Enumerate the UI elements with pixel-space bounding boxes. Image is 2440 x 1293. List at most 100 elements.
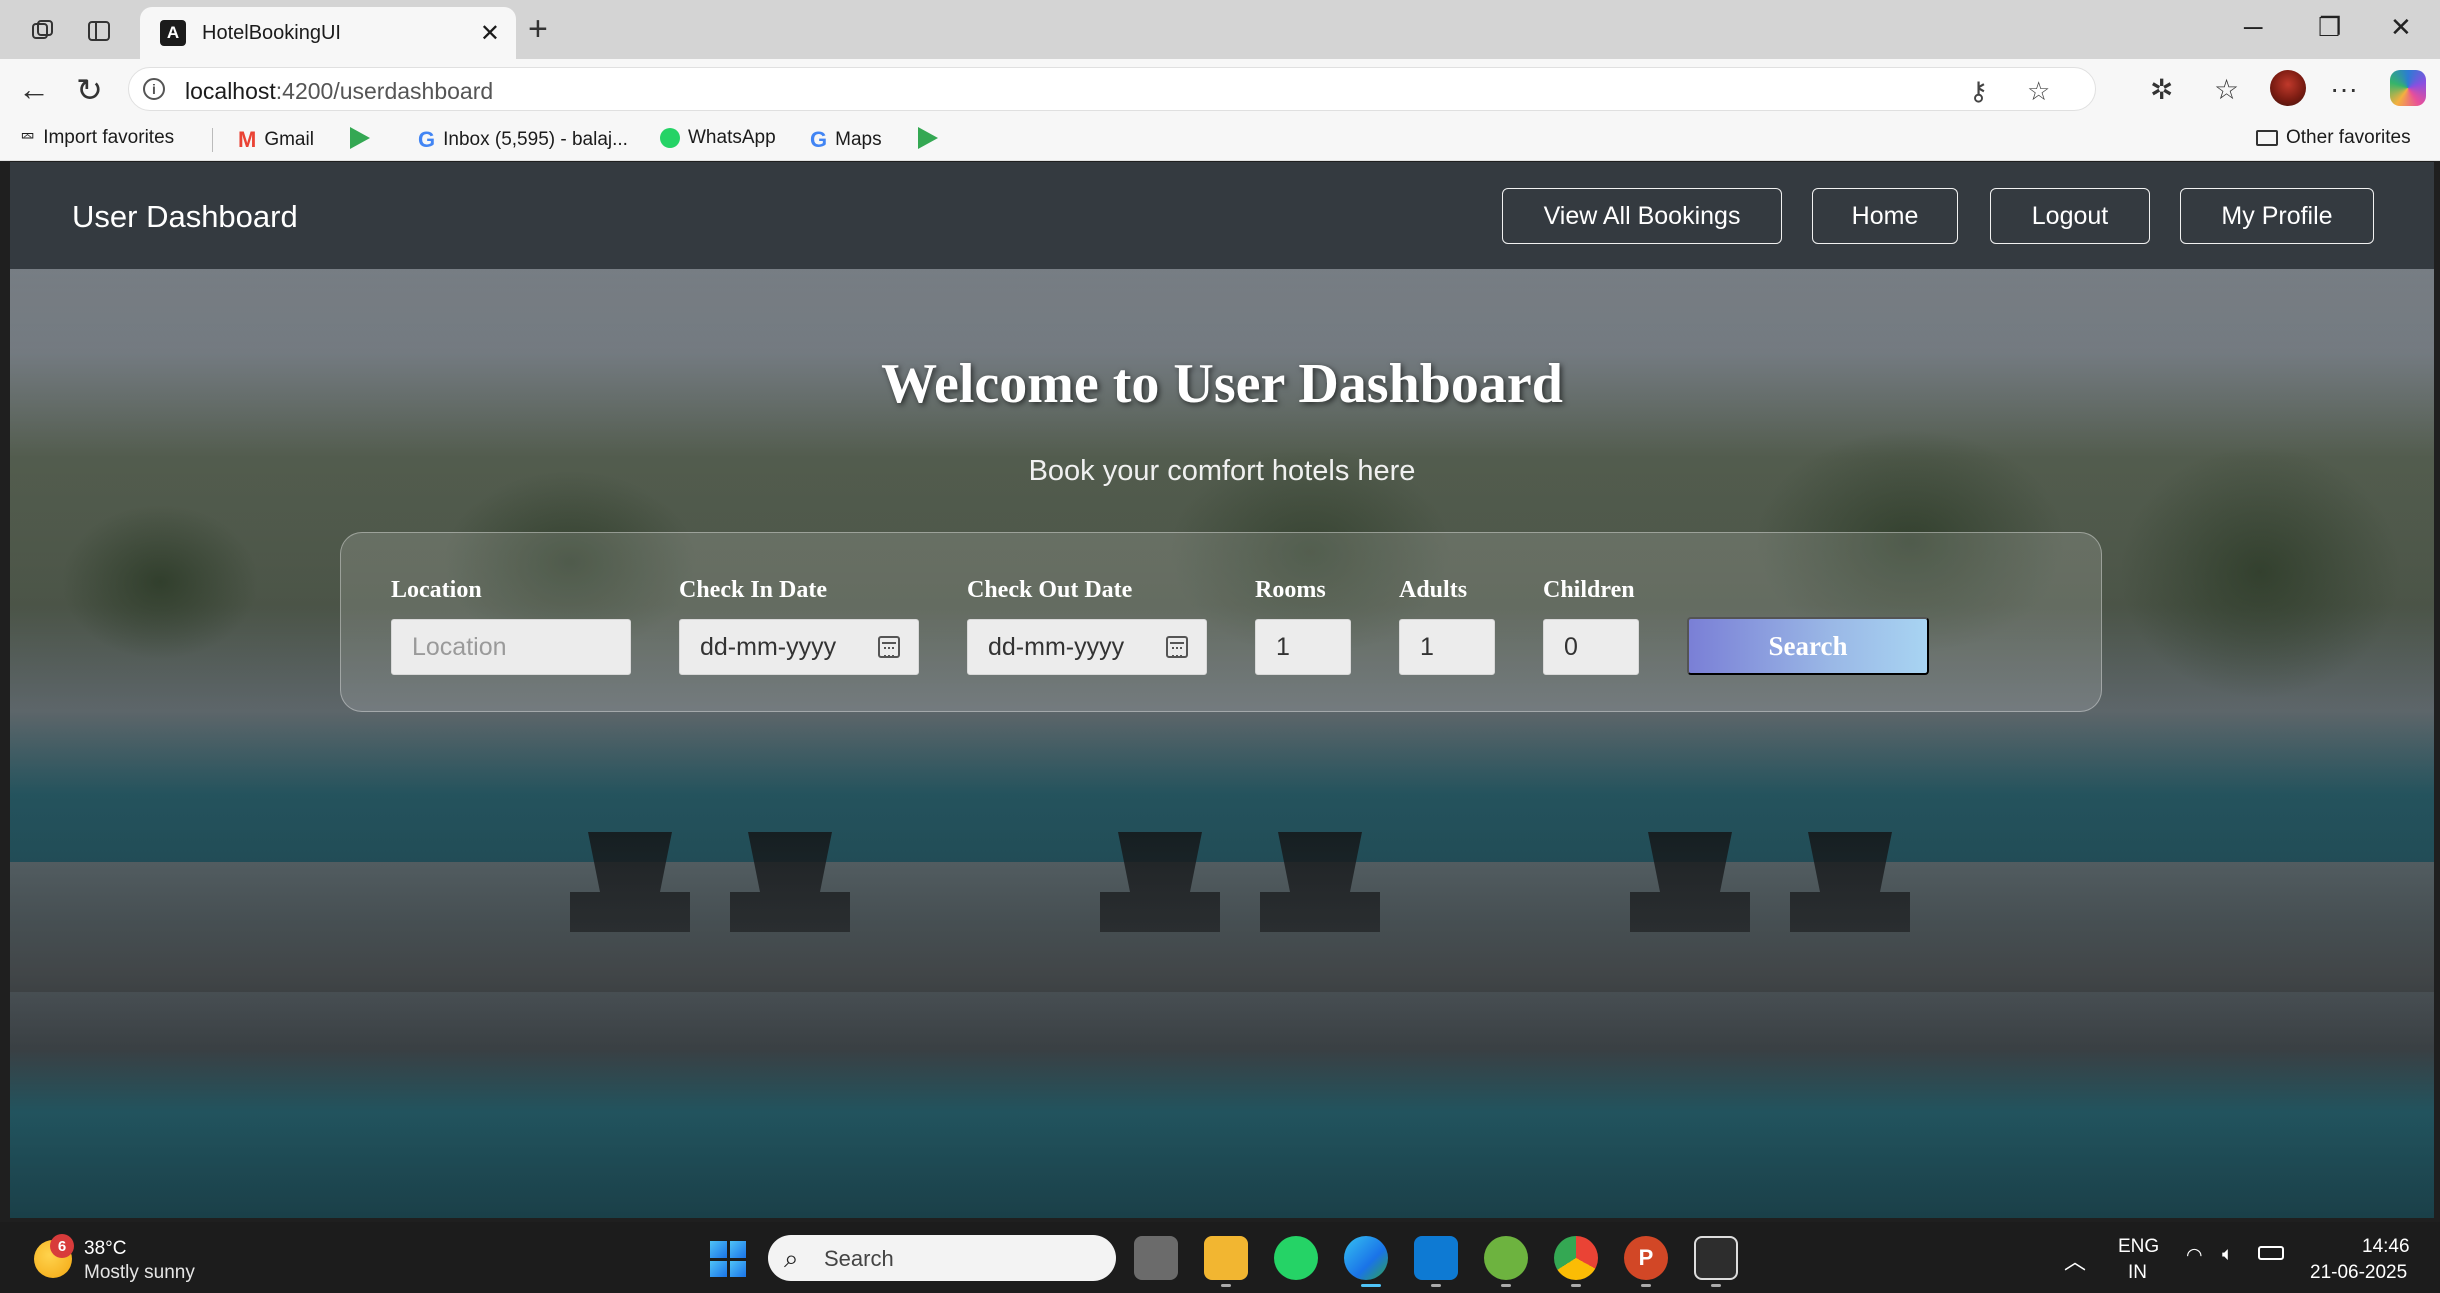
copilot-icon[interactable]: [2390, 70, 2426, 106]
close-tab-icon[interactable]: ✕: [480, 19, 500, 48]
page-title: Welcome to User Dashboard: [881, 353, 1563, 415]
running-indicator: [1361, 1284, 1381, 1287]
restore-icon[interactable]: ❐: [2318, 12, 2341, 43]
clock-date[interactable]: 21-06-2025: [2310, 1262, 2407, 1284]
running-indicator: [1641, 1284, 1651, 1287]
weather-notification-badge: 6: [50, 1234, 74, 1258]
back-icon[interactable]: ←: [18, 71, 50, 108]
language-bottom[interactable]: IN: [2128, 1262, 2147, 1284]
battery-icon[interactable]: [2258, 1246, 2284, 1260]
children-input[interactable]: 0: [1543, 619, 1639, 675]
new-tab-icon[interactable]: +: [528, 10, 548, 49]
url-field[interactable]: i localhost:4200/userdashboard ⚷ ☆: [128, 67, 2096, 111]
my-profile-button[interactable]: My Profile: [2180, 188, 2374, 244]
location-label: Location: [391, 577, 482, 603]
profile-avatar[interactable]: [2270, 70, 2306, 106]
favorite-maps[interactable]: G Maps: [810, 127, 882, 153]
favorite-inbox[interactable]: G Inbox (5,595) - balaj...: [418, 127, 628, 153]
workspaces-icon[interactable]: [28, 16, 58, 46]
favorites-divider: [212, 128, 213, 152]
view-all-bookings-button[interactable]: View All Bookings: [1502, 188, 1782, 244]
tab-title: HotelBookingUI: [202, 22, 341, 44]
powerpoint-icon[interactable]: P: [1624, 1236, 1668, 1280]
location-input[interactable]: Location: [391, 619, 631, 675]
favorite-play-store[interactable]: [350, 127, 370, 149]
favorite-label: Import favorites: [43, 127, 175, 148]
more-menu-icon[interactable]: ···: [2330, 73, 2358, 105]
site-info-icon[interactable]: i: [143, 78, 165, 100]
minimize-icon[interactable]: ─: [2244, 12, 2262, 43]
task-view-icon[interactable]: [1134, 1236, 1178, 1280]
rooms-label: Rooms: [1255, 577, 1326, 603]
favorite-label: Gmail: [264, 129, 314, 150]
clock-time[interactable]: 14:46: [2362, 1236, 2410, 1258]
windows-start-icon[interactable]: [710, 1241, 746, 1277]
edge-browser-icon[interactable]: [1344, 1236, 1388, 1280]
gmail-icon: M: [238, 127, 257, 152]
adults-label: Adults: [1399, 577, 1468, 603]
url-path: :4200/userdashboard: [275, 78, 494, 104]
favorite-play-store[interactable]: [918, 127, 938, 149]
search-icon: ⌕: [784, 1243, 799, 1273]
windows-taskbar: 6 38°C Mostly sunny ⌕ Search P ︿ ENG IN …: [0, 1222, 2440, 1293]
other-favorites[interactable]: Other favorites: [2256, 127, 2411, 149]
volume-icon[interactable]: 🔈︎: [2222, 1244, 2233, 1266]
taskbar-search-label: Search: [824, 1246, 894, 1271]
navbar-brand[interactable]: User Dashboard: [72, 199, 298, 235]
whatsapp-icon: [660, 128, 680, 148]
running-indicator: [1431, 1284, 1441, 1287]
search-form: Location Location Check In Date dd-mm-yy…: [340, 532, 2102, 712]
calendar-icon[interactable]: [1166, 636, 1188, 658]
favorites-icon[interactable]: ☆: [2214, 73, 2239, 106]
weather-description[interactable]: Mostly sunny: [84, 1262, 195, 1284]
vscode-icon[interactable]: [1414, 1236, 1458, 1280]
google-icon: G: [418, 127, 436, 152]
running-indicator: [1501, 1284, 1511, 1287]
angular-icon: A: [160, 20, 186, 46]
logout-button[interactable]: Logout: [1990, 188, 2150, 244]
url-text[interactable]: localhost:4200/userdashboard: [185, 78, 493, 105]
calendar-icon[interactable]: [878, 636, 900, 658]
show-hidden-icons-icon[interactable]: ︿: [2064, 1244, 2086, 1276]
file-explorer-icon[interactable]: [1204, 1236, 1248, 1280]
checkout-label: Check Out Date: [967, 577, 1133, 603]
other-favorites-label: Other favorites: [2286, 127, 2411, 148]
checkin-date-placeholder: dd-mm-yyyy: [700, 632, 837, 661]
play-store-icon: [918, 127, 938, 149]
favorite-gmail[interactable]: M Gmail: [238, 127, 314, 153]
spring-tool-icon[interactable]: [1484, 1236, 1528, 1280]
checkout-date-placeholder: dd-mm-yyyy: [988, 632, 1125, 661]
favorites-bar: ⮹ Import favorites M Gmail G Inbox (5,59…: [0, 119, 2440, 161]
search-button[interactable]: Search: [1687, 617, 1929, 675]
wifi-icon[interactable]: ◠: [2186, 1244, 2203, 1267]
language-top[interactable]: ENG: [2118, 1236, 2159, 1258]
whatsapp-icon[interactable]: [1274, 1236, 1318, 1280]
close-window-icon[interactable]: ✕: [2390, 12, 2412, 43]
checkin-date-input[interactable]: dd-mm-yyyy: [679, 619, 919, 675]
favorite-whatsapp[interactable]: WhatsApp: [660, 127, 776, 149]
url-host: localhost: [185, 78, 276, 104]
tab-hotelbookingui[interactable]: A HotelBookingUI ✕: [140, 7, 516, 59]
favorite-import[interactable]: ⮹ Import favorites: [20, 127, 174, 149]
refresh-icon[interactable]: ↻: [76, 71, 103, 109]
address-bar: ← ↻ i localhost:4200/userdashboard ⚷ ☆ ✲…: [0, 59, 2440, 119]
import-icon: ⮹: [20, 127, 36, 148]
tab-actions-icon[interactable]: [84, 16, 114, 46]
adults-input[interactable]: 1: [1399, 619, 1495, 675]
password-key-icon[interactable]: ⚷: [1969, 76, 1988, 107]
folder-icon: [2256, 130, 2278, 146]
chrome-icon[interactable]: [1554, 1236, 1598, 1280]
rooms-input[interactable]: 1: [1255, 619, 1351, 675]
background-pool-deck: [10, 862, 2434, 992]
children-label: Children: [1543, 577, 1635, 603]
browser-tab-bar: A HotelBookingUI ✕ + ─ ❐ ✕: [0, 0, 2440, 59]
favorite-label: Inbox (5,595) - balaj...: [443, 129, 628, 150]
weather-temperature[interactable]: 38°C: [84, 1238, 126, 1260]
favorite-star-icon[interactable]: ☆: [2027, 76, 2050, 107]
favorite-label: Maps: [835, 129, 882, 150]
checkout-date-input[interactable]: dd-mm-yyyy: [967, 619, 1207, 675]
terminal-icon[interactable]: [1694, 1236, 1738, 1280]
taskbar-search[interactable]: ⌕ Search: [768, 1235, 1116, 1281]
home-button[interactable]: Home: [1812, 188, 1958, 244]
extensions-icon[interactable]: ✲: [2150, 73, 2173, 106]
